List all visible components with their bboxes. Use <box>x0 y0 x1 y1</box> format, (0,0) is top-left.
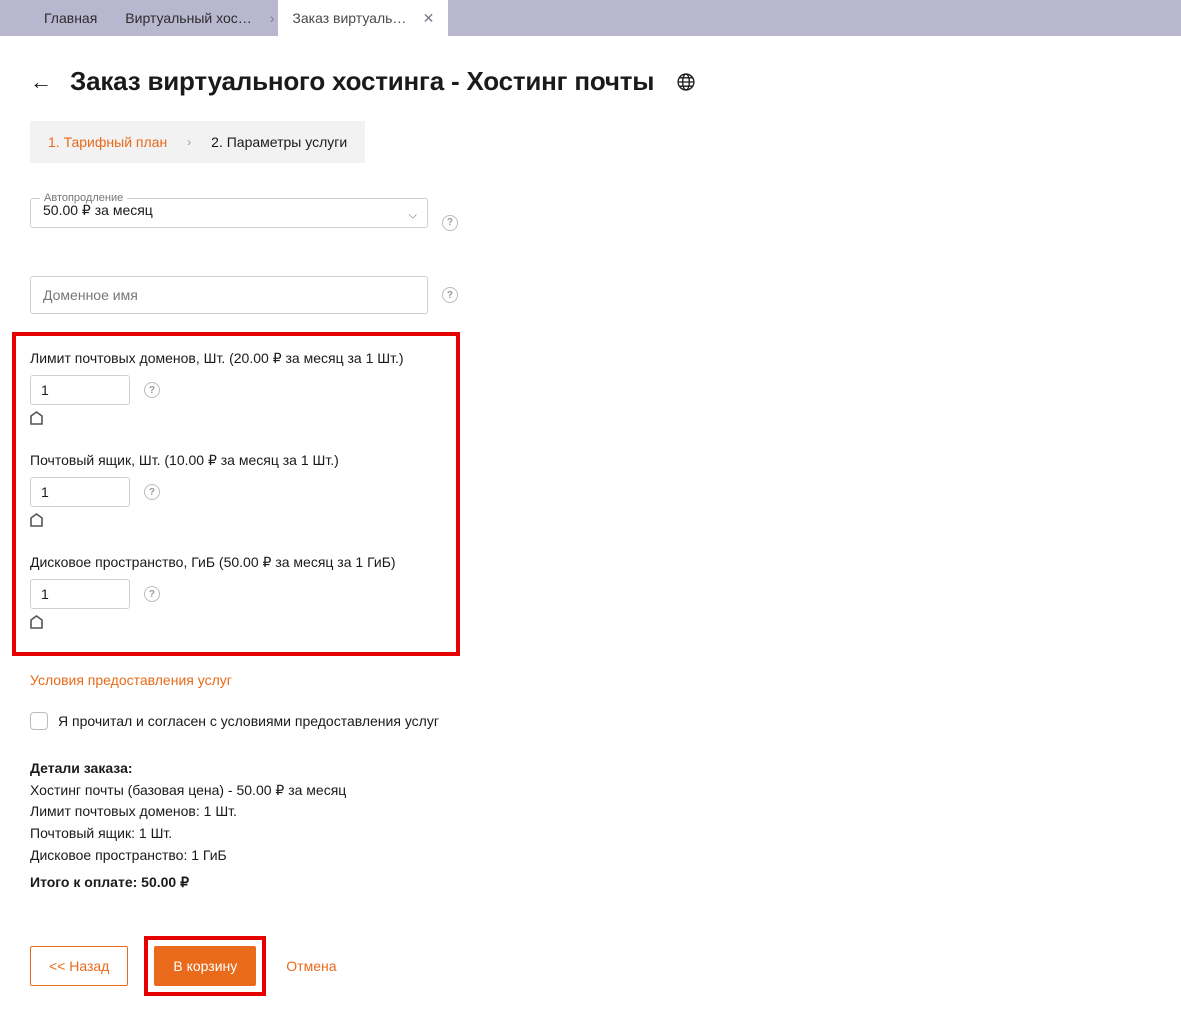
domain-input[interactable] <box>30 276 428 314</box>
tab-home[interactable]: Главная <box>30 0 111 36</box>
back-button[interactable]: << Назад <box>30 946 128 986</box>
autoprolong-value: 50.00 ₽ за месяц <box>31 202 427 227</box>
cart-button-highlight: В корзину <box>144 936 266 996</box>
help-icon[interactable]: ? <box>144 484 160 500</box>
add-to-cart-button[interactable]: В корзину <box>154 946 256 986</box>
details-line: Почтовый ящик: 1 Шт. <box>30 823 590 845</box>
param-disk-input[interactable] <box>30 579 130 609</box>
tab-bar: Главная Виртуальный хос… › Заказ виртуал… <box>0 0 1181 36</box>
param-disk-label: Дисковое пространство, ГиБ (50.00 ₽ за м… <box>30 554 442 571</box>
slider-handle-icon[interactable] <box>30 513 442 530</box>
chevron-right-icon: › <box>187 135 191 149</box>
agree-label: Я прочитал и согласен с условиями предос… <box>58 713 439 729</box>
details-line: Дисковое пространство: 1 ГиБ <box>30 845 590 867</box>
step-2[interactable]: 2. Параметры услуги <box>211 134 347 150</box>
param-disk: Дисковое пространство, ГиБ (50.00 ₽ за м… <box>30 554 442 632</box>
param-mail-domains-input[interactable] <box>30 375 130 405</box>
tab-order[interactable]: Заказ виртуальн… ✕ <box>278 0 448 36</box>
slider-handle-icon[interactable] <box>30 615 442 632</box>
param-mail-domains-label: Лимит почтовых доменов, Шт. (20.00 ₽ за … <box>30 350 442 367</box>
tab-vhost[interactable]: Виртуальный хос… <box>111 0 265 36</box>
title-row: ← Заказ виртуального хостинга - Хостинг … <box>30 66 1150 97</box>
wizard-steps: 1. Тарифный план › 2. Параметры услуги <box>30 121 365 163</box>
tab-order-label: Заказ виртуальн… <box>292 10 412 26</box>
help-icon[interactable]: ? <box>442 215 458 231</box>
agree-row: Я прочитал и согласен с условиями предос… <box>30 712 590 730</box>
slider-handle-icon[interactable] <box>30 411 442 428</box>
param-mailbox-label: Почтовый ящик, Шт. (10.00 ₽ за месяц за … <box>30 452 442 469</box>
help-icon[interactable]: ? <box>144 382 160 398</box>
autoprolong-select[interactable]: Автопродление 50.00 ₽ за месяц ⌵ <box>30 193 428 228</box>
details-line: Хостинг почты (базовая цена) - 50.00 ₽ з… <box>30 780 590 802</box>
tab-vhost-label: Виртуальный хос… <box>125 10 251 26</box>
globe-icon[interactable] <box>676 72 696 92</box>
agree-checkbox[interactable] <box>30 712 48 730</box>
autoprolong-row: Автопродление 50.00 ₽ за месяц ⌵ ? <box>30 193 590 252</box>
domain-row: ? <box>30 276 590 314</box>
tab-home-label: Главная <box>44 10 97 26</box>
details-line: Лимит почтовых доменов: 1 Шт. <box>30 801 590 823</box>
param-mail-domains: Лимит почтовых доменов, Шт. (20.00 ₽ за … <box>30 350 442 428</box>
details-total: Итого к оплате: 50.00 ₽ <box>30 872 590 894</box>
help-icon[interactable]: ? <box>442 287 458 303</box>
close-icon[interactable]: ✕ <box>423 10 435 27</box>
details-heading: Детали заказа: <box>30 758 590 780</box>
cancel-button[interactable]: Отмена <box>282 947 354 985</box>
help-icon[interactable]: ? <box>144 586 160 602</box>
page-content: ← Заказ виртуального хостинга - Хостинг … <box>0 36 1180 1036</box>
step-1[interactable]: 1. Тарифный план <box>48 134 167 150</box>
back-arrow-icon[interactable]: ← <box>30 71 52 93</box>
footer-actions: << Назад В корзину Отмена <box>30 936 1150 996</box>
param-mailbox-input[interactable] <box>30 477 130 507</box>
order-details: Детали заказа: Хостинг почты (базовая це… <box>30 758 590 894</box>
chevron-right-icon: › <box>266 0 279 36</box>
param-mailbox: Почтовый ящик, Шт. (10.00 ₽ за месяц за … <box>30 452 442 530</box>
params-highlight: Лимит почтовых доменов, Шт. (20.00 ₽ за … <box>12 332 460 656</box>
terms-link[interactable]: Условия предоставления услуг <box>30 672 232 688</box>
page-title: Заказ виртуального хостинга - Хостинг по… <box>70 66 654 97</box>
order-form: Автопродление 50.00 ₽ за месяц ⌵ ? ? Лим… <box>30 193 590 894</box>
